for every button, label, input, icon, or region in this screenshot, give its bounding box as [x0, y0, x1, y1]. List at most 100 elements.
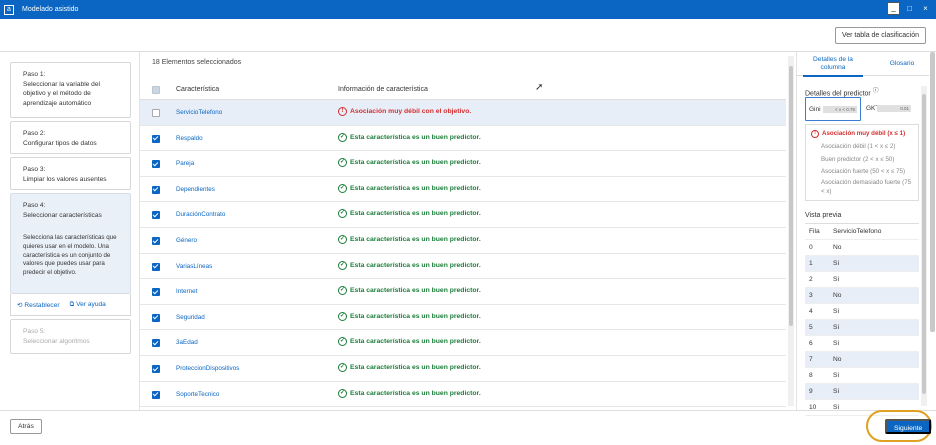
feature-name[interactable]: 3aEdad [176, 339, 198, 346]
legend-item: Buen predictor (2 < x ≤ 50) [821, 155, 895, 163]
feature-name[interactable]: VariasLíneas [176, 263, 212, 270]
feature-name[interactable]: Internet [176, 288, 197, 295]
step-actions: ⟲ Restablecer ⧉ Ver ayuda [10, 294, 131, 316]
feature-checkbox[interactable] [152, 211, 160, 220]
step-3-text: Limpiar los valores ausentes [23, 175, 107, 183]
tab-detalles-columna[interactable]: Detalles de la columna [803, 56, 863, 77]
siguiente-button[interactable]: Siguiente [885, 419, 932, 434]
step-5-text: Seleccionar algoritmos [23, 337, 90, 345]
preview-cell-fila: 7 [809, 356, 813, 363]
feature-checkbox[interactable] [152, 313, 160, 322]
restablecer-label: Restablecer [24, 301, 60, 309]
scrollbar-thumb[interactable] [789, 66, 793, 326]
steps-panel: Paso 1: Seleccionar la variable del obje… [0, 52, 140, 410]
feature-name[interactable]: ServicioTelefono [176, 109, 222, 116]
step-1-text: aprendizaje automático [23, 99, 92, 107]
feature-name[interactable]: Respaldo [176, 135, 203, 142]
alert-icon: ! [811, 130, 819, 139]
table-row[interactable]: Dependientes ✓ Esta característica es un b… [140, 177, 786, 203]
info-icon[interactable]: ⓘ [873, 88, 879, 94]
preview-cell-value: No [833, 356, 842, 363]
details-scrollbar[interactable] [921, 86, 927, 406]
column-header-feature[interactable]: Característica [176, 86, 219, 93]
column-header-info: Información de característica [338, 86, 428, 93]
gkt-value: 0.01 [877, 105, 911, 112]
check-circle-icon: ✓ [338, 311, 347, 321]
table-row[interactable]: VariasLíneas ✓ Esta característica es un b… [140, 254, 786, 280]
preview-cell-fila: 4 [809, 308, 813, 315]
feature-info-text: Esta característica es un buen predictor… [350, 133, 481, 141]
minimize-button[interactable]: _ [887, 2, 900, 15]
feature-name[interactable]: Dependientes [176, 186, 215, 193]
table-row[interactable]: Pareja ✓ Esta característica es un buen pr… [140, 151, 786, 177]
title-bar: a Modelado asistido _ □ × [0, 0, 936, 19]
feature-checkbox[interactable] [152, 364, 160, 373]
divider [0, 410, 936, 411]
preview-row: 0 No [805, 240, 919, 256]
feature-checkbox[interactable] [152, 288, 160, 297]
table-row[interactable]: DuraciónContrato ✓ Esta característica es … [140, 202, 786, 228]
feature-info: ! Asociación muy débil con el objetivo. [338, 107, 471, 116]
preview-cell-value: Sí [833, 308, 840, 315]
preview-cell-value: Sí [833, 372, 840, 379]
table-row[interactable]: ServicioTelefono ! Asociación muy débil co… [140, 100, 786, 126]
preview-cell-fila: 8 [809, 372, 813, 379]
table-row[interactable]: Internet ✓ Esta característica es un buen … [140, 279, 786, 305]
scrollbar[interactable] [788, 56, 794, 406]
preview-cell-fila: 5 [809, 324, 813, 331]
table-row[interactable]: SoporteTecnico ✓ Esta característica es un… [140, 382, 786, 408]
feature-name[interactable]: SoporteTecnico [176, 391, 219, 398]
step-2[interactable]: Paso 2: Configurar tipos de datos [10, 121, 131, 154]
preview-cell-fila: 6 [809, 340, 813, 347]
feature-checkbox[interactable] [152, 160, 160, 169]
preview-col-fila: Fila [809, 228, 820, 235]
features-panel: 18 Elementos seleccionados ➚ Característ… [140, 52, 796, 410]
tab-glosario[interactable]: Glosario [877, 60, 927, 68]
feature-name[interactable]: ProteccionDispositivos [176, 365, 239, 372]
feature-name[interactable]: DuraciónContrato [176, 211, 225, 218]
preview-row: 9 Sí [805, 384, 919, 400]
table-row[interactable]: Seguridad ✓ Esta característica es un buen… [140, 305, 786, 331]
preview-cell-value: Sí [833, 340, 840, 347]
step-4[interactable]: Paso 4: Seleccionar características Sele… [10, 193, 131, 294]
feature-info: ✓ Esta característica es un buen predicto… [338, 132, 481, 142]
feature-checkbox[interactable] [152, 109, 160, 117]
step-3[interactable]: Paso 3: Limpiar los valores ausentes [10, 157, 131, 190]
step-1[interactable]: Paso 1: Seleccionar la variable del obje… [10, 62, 131, 118]
feature-checkbox[interactable] [152, 134, 160, 143]
table-row[interactable]: 3aEdad ✓ Esta característica es un buen pr… [140, 330, 786, 356]
feature-info: ✓ Esta característica es un buen predicto… [338, 388, 481, 398]
window-scrollbar[interactable] [930, 52, 935, 332]
table-row[interactable]: Género ✓ Esta característica es un buen pr… [140, 228, 786, 254]
step-4-label: Paso 4: [23, 202, 46, 209]
restablecer-link[interactable]: ⟲ Restablecer [17, 301, 60, 309]
gkt-metric[interactable]: GKT 0.01 [863, 97, 919, 121]
gini-value: < x < 0.76 [823, 106, 857, 113]
table-row[interactable]: Respaldo ✓ Esta característica es un buen … [140, 126, 786, 152]
table-row[interactable]: ProteccionDispositivos ✓ Esta característi… [140, 356, 786, 382]
feature-name[interactable]: Género [176, 237, 197, 244]
feature-checkbox[interactable] [152, 185, 160, 194]
step-1-label: Paso 1: [23, 71, 46, 78]
ver-tabla-clasificacion-button[interactable]: Ver tabla de clasificación [834, 27, 926, 44]
feature-checkbox[interactable] [152, 390, 160, 399]
feature-name[interactable]: Seguridad [176, 314, 205, 321]
feature-checkbox[interactable] [152, 262, 160, 271]
check-circle-icon: ✓ [338, 286, 347, 296]
ver-ayuda-link[interactable]: ⧉ Ver ayuda [70, 301, 106, 309]
preview-cell-value: Sí [833, 276, 840, 283]
table-header: Característica Información de caracterís… [140, 80, 786, 100]
maximize-button[interactable]: □ [903, 2, 916, 15]
atras-button[interactable]: Atrás [10, 419, 42, 434]
close-button[interactable]: × [919, 2, 932, 15]
details-panel: Detalles de la columna Glosario Detalles… [796, 52, 936, 416]
scrollbar-thumb[interactable] [922, 94, 926, 394]
feature-name[interactable]: Pareja [176, 160, 194, 167]
select-all-checkbox[interactable] [152, 86, 160, 94]
feature-checkbox[interactable] [152, 339, 160, 348]
feature-rows: ServicioTelefono ! Asociación muy débil co… [140, 100, 786, 408]
feature-checkbox[interactable] [152, 236, 160, 245]
preview-cell-fila: 2 [809, 276, 813, 283]
gini-metric[interactable]: Gini < x < 0.76 [805, 97, 861, 121]
selected-count: 18 Elementos seleccionados [152, 59, 242, 66]
